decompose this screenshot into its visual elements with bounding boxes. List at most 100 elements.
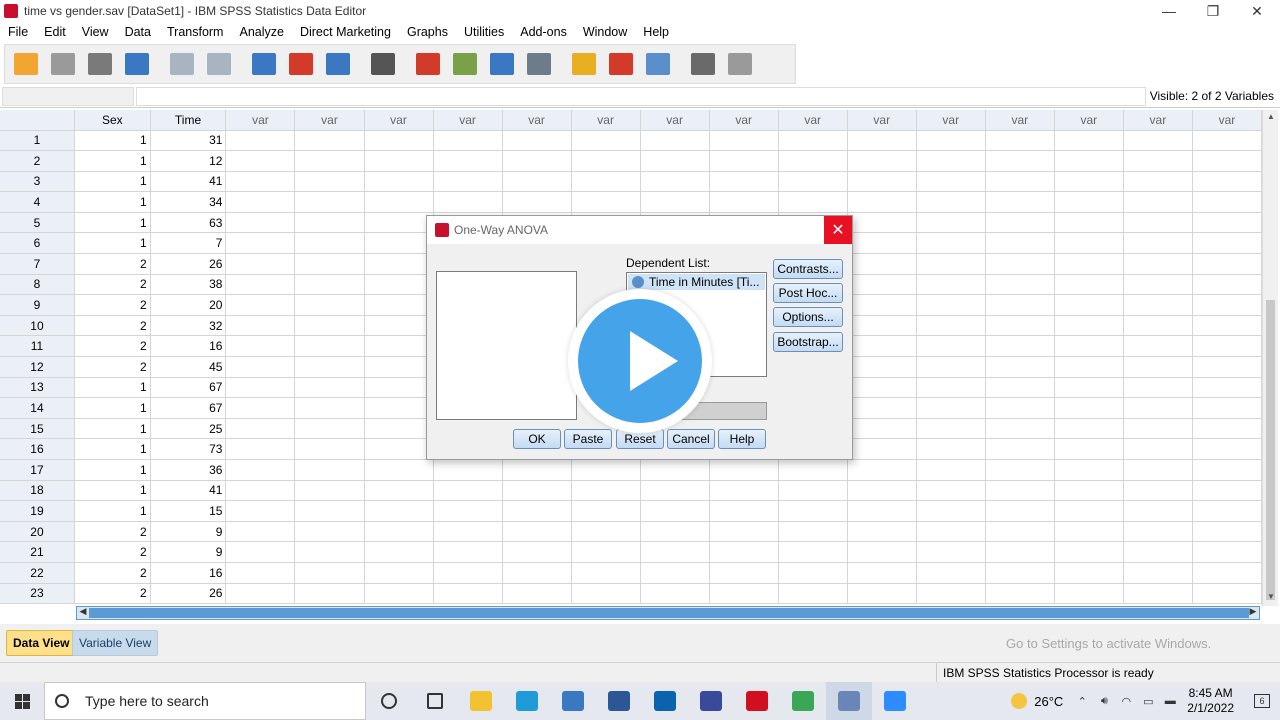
close-window-button[interactable]: ✕: [1234, 0, 1280, 22]
network-icon[interactable]: ◠: [1115, 682, 1137, 720]
cell-time[interactable]: 9: [150, 541, 227, 563]
cell-empty[interactable]: [916, 191, 986, 213]
cell-time[interactable]: 31: [150, 130, 227, 152]
cell-sex[interactable]: 2: [74, 521, 151, 543]
cell-empty[interactable]: [1123, 521, 1193, 543]
cell-empty[interactable]: [225, 294, 296, 316]
cell-empty[interactable]: [640, 541, 710, 563]
cell-empty[interactable]: [571, 191, 641, 213]
cell-empty[interactable]: [847, 150, 917, 172]
cell-empty[interactable]: [847, 500, 917, 522]
cell-empty[interactable]: [502, 583, 572, 605]
cell-empty[interactable]: [709, 150, 779, 172]
cell-empty[interactable]: [364, 356, 434, 378]
cell-sex[interactable]: 1: [74, 232, 151, 255]
volume-icon[interactable]: 🔊︎: [1093, 682, 1115, 720]
cell-empty[interactable]: [364, 315, 434, 337]
cell-empty[interactable]: [294, 294, 365, 316]
cell-empty[interactable]: [225, 418, 296, 440]
cell-sex[interactable]: 1: [74, 130, 151, 152]
cell-empty[interactable]: [225, 232, 296, 255]
cell-empty[interactable]: [1123, 500, 1193, 522]
cell-empty[interactable]: [502, 562, 572, 584]
cell-sex[interactable]: 2: [74, 294, 151, 316]
cell-empty[interactable]: [985, 438, 1055, 460]
cell-empty[interactable]: [433, 191, 503, 213]
row-number[interactable]: 1: [0, 130, 75, 152]
row-number[interactable]: 5: [0, 212, 75, 234]
save-button[interactable]: [48, 49, 78, 79]
column-header-empty[interactable]: var: [294, 110, 365, 131]
row-number[interactable]: 20: [0, 521, 75, 543]
cell-empty[interactable]: [502, 171, 572, 193]
cell-empty[interactable]: [364, 130, 434, 152]
cell-empty[interactable]: [502, 541, 572, 563]
cell-empty[interactable]: [916, 274, 986, 296]
cell-empty[interactable]: [640, 583, 710, 605]
cell-empty[interactable]: [778, 130, 848, 152]
column-header-empty[interactable]: var: [571, 110, 641, 131]
cell-sex[interactable]: 1: [74, 438, 151, 460]
cell-empty[interactable]: [571, 541, 641, 563]
cell-empty[interactable]: [1192, 500, 1262, 522]
cell-empty[interactable]: [1123, 377, 1193, 399]
cell-empty[interactable]: [1123, 294, 1193, 316]
cell-empty[interactable]: [916, 562, 986, 584]
cell-empty[interactable]: [225, 130, 296, 152]
cell-empty[interactable]: [1123, 150, 1193, 172]
cell-empty[interactable]: [1123, 191, 1193, 213]
cell-empty[interactable]: [778, 150, 848, 172]
taskbar-outlook-button[interactable]: [642, 682, 688, 720]
cell-empty[interactable]: [433, 500, 503, 522]
goto-variable-button[interactable]: [286, 49, 316, 79]
cell-empty[interactable]: [778, 459, 848, 481]
cell-empty[interactable]: [294, 356, 365, 378]
cell-empty[interactable]: [1192, 315, 1262, 337]
cell-empty[interactable]: [847, 171, 917, 193]
menu-utilities[interactable]: Utilities: [456, 25, 512, 39]
cell-empty[interactable]: [916, 397, 986, 419]
cell-empty[interactable]: [985, 212, 1055, 234]
select-cases-button[interactable]: [569, 49, 599, 79]
cell-empty[interactable]: [985, 315, 1055, 337]
cell-empty[interactable]: [847, 377, 917, 399]
cell-empty[interactable]: [985, 335, 1055, 358]
vertical-scroll-thumb[interactable]: [1266, 300, 1275, 600]
cell-time[interactable]: 20: [150, 294, 227, 316]
cell-sex[interactable]: 1: [74, 480, 151, 502]
cell-empty[interactable]: [1054, 150, 1124, 172]
cell-empty[interactable]: [225, 356, 296, 378]
cell-empty[interactable]: [709, 521, 779, 543]
cell-empty[interactable]: [847, 397, 917, 419]
cell-empty[interactable]: [571, 562, 641, 584]
row-number[interactable]: 3: [0, 171, 75, 193]
column-header-empty[interactable]: var: [502, 110, 572, 131]
cell-empty[interactable]: [1192, 418, 1262, 440]
dialog-recall-button[interactable]: [122, 49, 152, 79]
cell-empty[interactable]: [225, 212, 296, 234]
cell-empty[interactable]: [640, 480, 710, 502]
cell-empty[interactable]: [778, 562, 848, 584]
cell-time[interactable]: 41: [150, 480, 227, 502]
scroll-left-arrow-icon[interactable]: ◀: [77, 606, 89, 620]
cell-empty[interactable]: [916, 212, 986, 234]
cell-empty[interactable]: [1054, 315, 1124, 337]
row-number[interactable]: 9: [0, 294, 75, 316]
cell-reference-box[interactable]: [2, 87, 134, 106]
column-header-empty[interactable]: var: [433, 110, 503, 131]
cell-empty[interactable]: [916, 541, 986, 563]
cell-time[interactable]: 16: [150, 335, 227, 358]
column-header-empty[interactable]: var: [225, 110, 296, 131]
cell-empty[interactable]: [294, 377, 365, 399]
column-header-empty[interactable]: var: [847, 110, 917, 131]
cell-empty[interactable]: [916, 150, 986, 172]
cell-empty[interactable]: [778, 541, 848, 563]
taskbar-search-box[interactable]: Type here to search: [44, 682, 366, 720]
cell-empty[interactable]: [571, 150, 641, 172]
insert-variable-button[interactable]: [450, 49, 480, 79]
row-number[interactable]: 12: [0, 356, 75, 378]
cell-time[interactable]: 32: [150, 315, 227, 337]
cell-empty[interactable]: [364, 377, 434, 399]
row-number[interactable]: 21: [0, 541, 75, 563]
cell-empty[interactable]: [985, 541, 1055, 563]
